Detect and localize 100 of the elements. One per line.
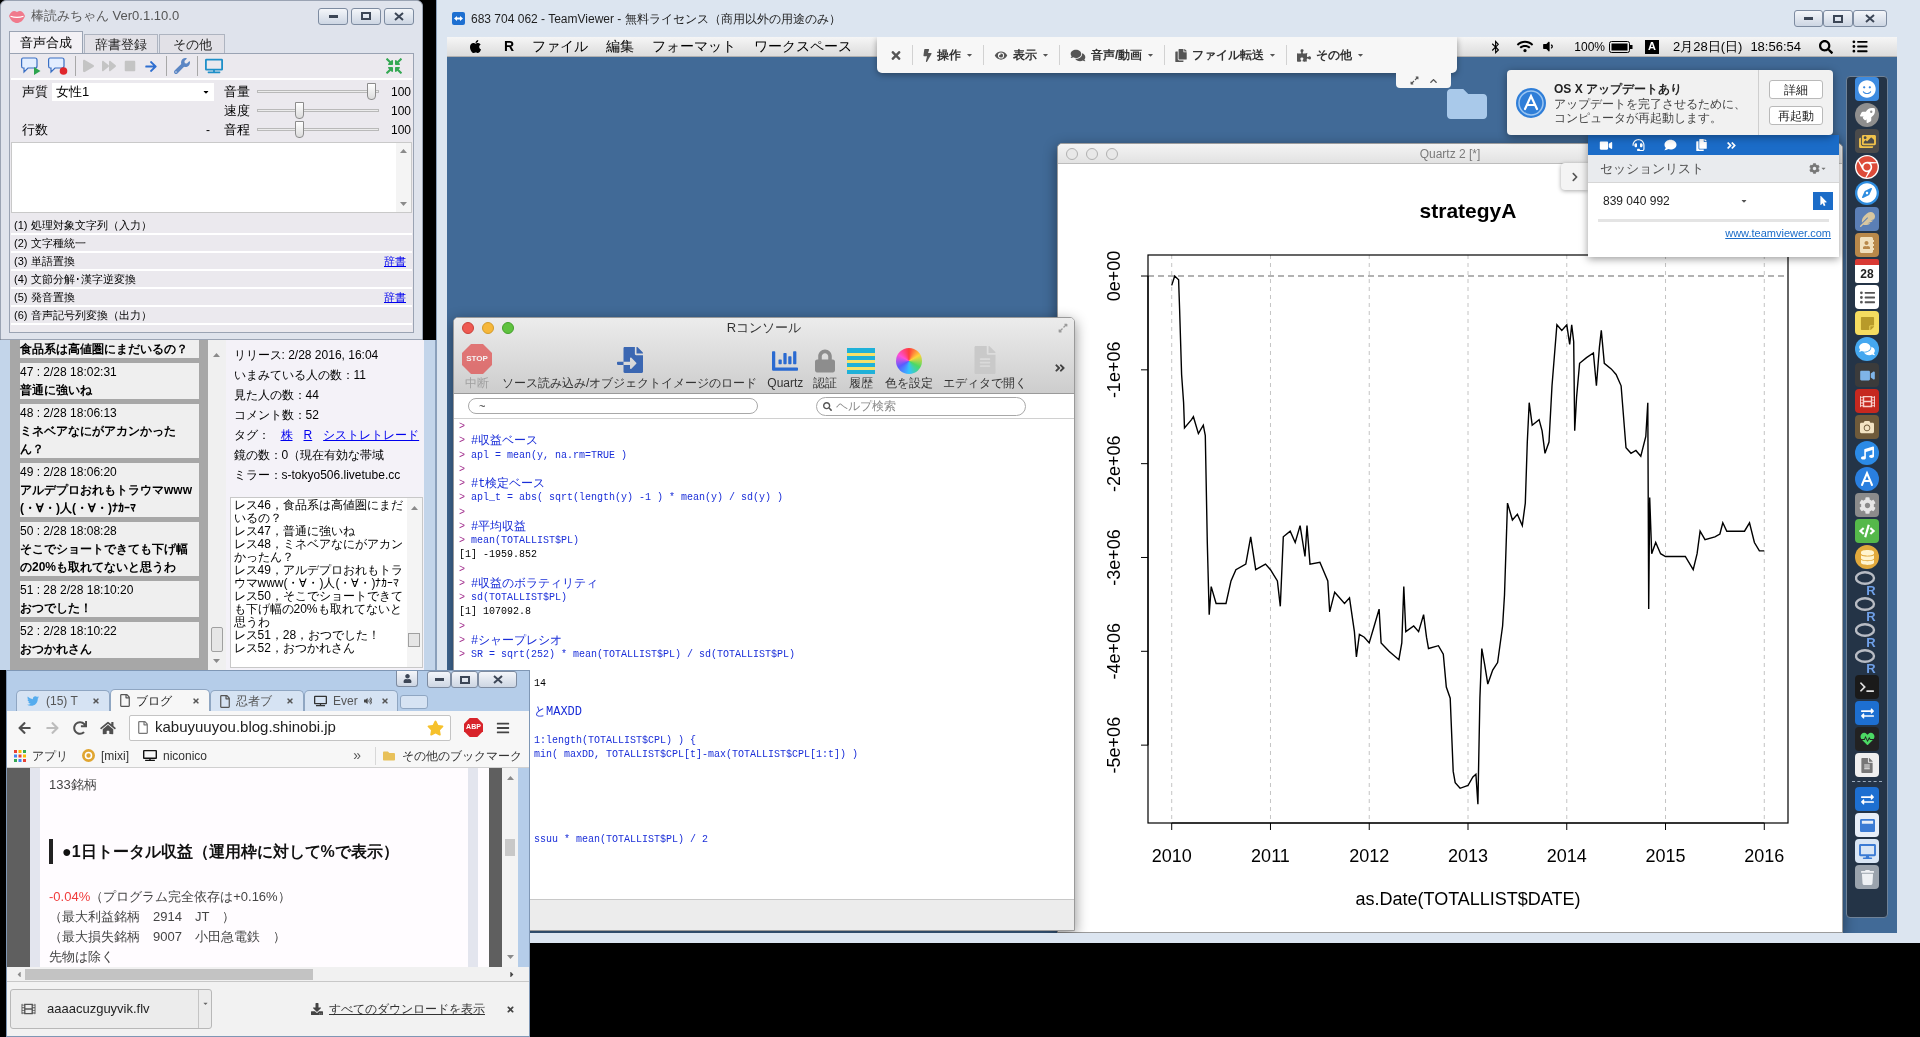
minimize-button[interactable]: [427, 671, 451, 688]
toolbar-button[interactable]: Quartz: [767, 348, 804, 390]
caret-down-icon[interactable]: [201, 1000, 209, 1007]
database-icon[interactable]: [1855, 545, 1879, 569]
website-link[interactable]: www.teamviewer.com: [1725, 225, 1831, 242]
expand-icon[interactable]: [1409, 76, 1419, 85]
scroll-thumb[interactable]: [25, 968, 313, 980]
headset-icon[interactable]: [1632, 139, 1645, 151]
download-item[interactable]: aaaacuzguyvik.flv: [10, 989, 212, 1029]
scroll-thumb[interactable]: [210, 627, 223, 652]
toolbar-button[interactable]: ソース読み込み/オブジェクトイメージのロード: [502, 346, 758, 390]
screen-icon[interactable]: [1855, 839, 1879, 863]
caret-down-icon[interactable]: [1739, 197, 1748, 205]
show-all-downloads-link[interactable]: すべてのダウンロードを表示: [311, 1000, 485, 1018]
pictures-icon[interactable]: [1855, 129, 1879, 153]
browser-tab[interactable]: ブログ: [110, 689, 210, 711]
gear-icon[interactable]: [1809, 163, 1820, 174]
close-icon[interactable]: [192, 696, 200, 705]
toolbar-button[interactable]: 認証: [813, 348, 838, 390]
close-icon[interactable]: [890, 48, 902, 62]
tab[interactable]: 音声合成: [9, 31, 83, 53]
rocket-icon[interactable]: [1855, 103, 1879, 127]
bookmark[interactable]: アプリ: [14, 746, 68, 765]
compress-arrows-icon[interactable]: [386, 58, 402, 74]
home-icon[interactable]: [100, 720, 116, 735]
chat-bubbles-icon[interactable]: [1855, 337, 1879, 361]
close-button[interactable]: [478, 671, 517, 688]
bookmark[interactable]: [mixi]: [82, 746, 129, 765]
apple-icon[interactable]: [469, 39, 482, 54]
speech-bubble-play-icon[interactable]: [21, 57, 41, 75]
toolbar-button[interactable]: エディタで開く: [943, 346, 1028, 390]
menu-item[interactable]: 編集: [606, 37, 635, 57]
menu-item[interactable]: R: [504, 37, 515, 57]
smiley-tile-icon[interactable]: [1855, 77, 1879, 101]
caret-down-icon[interactable]: [1820, 165, 1827, 172]
close-icon[interactable]: [286, 697, 294, 705]
menu-item[interactable]: フォーマット: [652, 37, 737, 57]
address-bar[interactable]: kabuyuuyou.blog.shinobi.jp: [129, 714, 451, 741]
compass-icon[interactable]: [1855, 181, 1879, 205]
tag-link[interactable]: 株: [280, 427, 293, 443]
scroll-down-icon[interactable]: [506, 955, 514, 959]
trash-icon[interactable]: [1855, 865, 1879, 889]
double-chevron-icon[interactable]: [1726, 139, 1737, 151]
tv-icon[interactable]: [205, 58, 223, 74]
slider-thumb[interactable]: [295, 102, 305, 119]
maximize-button[interactable]: [351, 7, 381, 25]
bluetooth-icon[interactable]: [1491, 39, 1501, 54]
tab[interactable]: 辞書登録: [84, 34, 158, 53]
slider-track[interactable]: [257, 121, 379, 138]
close-icon[interactable]: [381, 697, 388, 705]
dictionary-link[interactable]: 辞書: [384, 254, 406, 268]
copy-icon[interactable]: [1696, 139, 1707, 151]
chat-icon[interactable]: [1664, 139, 1677, 151]
arrow-right-icon[interactable]: [143, 59, 159, 73]
calendar-icon[interactable]: 28: [1855, 259, 1879, 283]
tag-link[interactable]: シストレトレード: [323, 427, 420, 443]
bookmark[interactable]: niconico: [143, 746, 208, 765]
window-zoom-button[interactable]: [502, 322, 514, 334]
input-mode-indicator[interactable]: A: [1645, 39, 1660, 54]
scroll-up-icon[interactable]: [410, 506, 418, 510]
music-note-icon[interactable]: [1855, 441, 1879, 465]
close-icon[interactable]: [506, 1004, 515, 1014]
browser-tab[interactable]: Ever: [304, 690, 398, 711]
close-icon[interactable]: [92, 697, 100, 705]
browser-tab[interactable]: (15) T: [16, 690, 110, 711]
scroll-up-icon[interactable]: [400, 149, 407, 153]
voice-dropdown[interactable]: 女性1: [52, 82, 214, 101]
session-id[interactable]: 839 040 992: [1603, 192, 1670, 210]
tag-link[interactable]: R: [303, 427, 313, 443]
scroll-left-icon[interactable]: [16, 969, 22, 979]
slider-thumb[interactable]: [366, 83, 376, 100]
camera-icon[interactable]: [1855, 415, 1879, 439]
scroll-thumb[interactable]: [408, 633, 420, 647]
vertical-scrollbar[interactable]: [396, 143, 411, 212]
chevron-up-icon[interactable]: [1428, 76, 1438, 85]
bookmark-folder[interactable]: その他のブックマーク: [375, 746, 522, 765]
scroll-down-icon[interactable]: [213, 659, 220, 663]
browser-tab[interactable]: 忍者ブ: [210, 690, 304, 711]
path-field[interactable]: ~: [468, 398, 758, 414]
tab[interactable]: その他: [159, 34, 225, 53]
window-icon[interactable]: [1855, 813, 1879, 837]
help-search-field[interactable]: ヘルプ検索: [816, 396, 1026, 416]
menu-clock[interactable]: 18:56:54: [1750, 37, 1801, 57]
slider-track[interactable]: [257, 83, 379, 100]
vertical-scrollbar[interactable]: [406, 498, 422, 667]
menu-item[interactable]: ワークスペース: [754, 37, 853, 57]
menu-date[interactable]: 2月28日(日): [1673, 37, 1743, 57]
minimize-button[interactable]: [1794, 10, 1823, 27]
gear-icon[interactable]: [1855, 493, 1879, 517]
code-icon[interactable]: [1855, 519, 1879, 543]
checklist-icon[interactable]: [1855, 285, 1879, 309]
maximize-button[interactable]: [451, 671, 478, 688]
vertical-scrollbar[interactable]: [502, 768, 518, 967]
connect-button[interactable]: [1813, 192, 1833, 210]
video-camera-icon[interactable]: [1855, 363, 1879, 387]
volume-icon[interactable]: [1542, 40, 1555, 53]
profile-button[interactable]: [396, 671, 418, 687]
toolbar-menu[interactable]: その他: [1297, 46, 1365, 64]
dictionary-link[interactable]: 辞書: [384, 290, 406, 304]
maximize-button[interactable]: [1823, 10, 1853, 27]
